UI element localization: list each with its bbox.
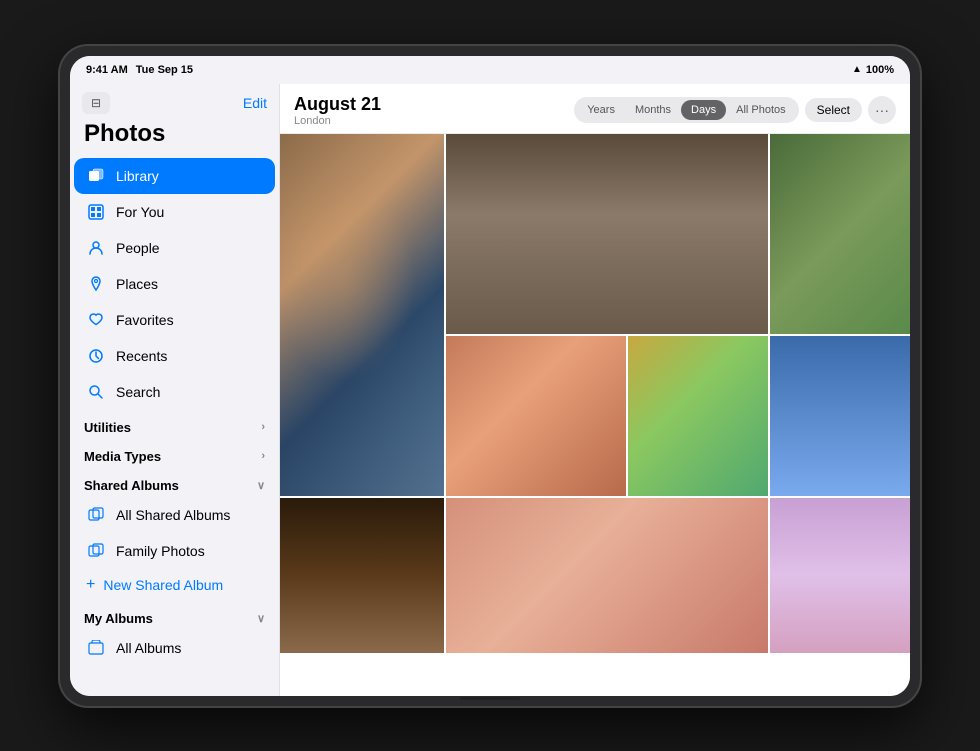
photo-cell-top-right-2[interactable]: [770, 134, 910, 334]
shared-albums-section-header[interactable]: Shared Albums ∨: [70, 468, 279, 497]
device-frame: 9:41 AM Tue Sep 15 ▲ 100% ⊟ Edit Photos: [60, 46, 920, 706]
sidebar-toggle-button[interactable]: ⊟: [82, 92, 110, 114]
all-shared-albums-label: All Shared Albums: [116, 507, 230, 523]
more-options-button[interactable]: ···: [868, 96, 896, 124]
sidebar-item-recents[interactable]: Recents: [74, 338, 275, 374]
all-shared-albums-icon: [86, 505, 106, 525]
library-icon: [86, 166, 106, 186]
device-screen: 9:41 AM Tue Sep 15 ▲ 100% ⊟ Edit Photos: [70, 56, 910, 696]
sidebar-item-for-you[interactable]: For You: [74, 194, 275, 230]
recents-icon: [86, 346, 106, 366]
search-icon: [86, 382, 106, 402]
sidebar-item-recents-label: Recents: [116, 348, 167, 364]
family-photos-icon: [86, 541, 106, 561]
photo-cell-mid-2[interactable]: [628, 336, 768, 496]
my-albums-chevron: ∨: [257, 612, 265, 625]
app-area: ⊟ Edit Photos Library: [70, 84, 910, 696]
photo-cell-mid-1[interactable]: [446, 336, 626, 496]
photo-date: August 21: [294, 94, 381, 115]
shared-albums-chevron: ∨: [257, 479, 265, 492]
sidebar: ⊟ Edit Photos Library: [70, 84, 280, 696]
utilities-label: Utilities: [84, 420, 131, 435]
sidebar-item-people[interactable]: People: [74, 230, 275, 266]
date-info: August 21 London: [294, 94, 381, 127]
media-types-label: Media Types: [84, 449, 161, 464]
photo-cell-bottom-2[interactable]: [446, 498, 768, 653]
years-button[interactable]: Years: [577, 100, 625, 120]
sidebar-item-family-photos[interactable]: Family Photos: [74, 533, 275, 569]
photos-title: Photos: [70, 118, 279, 158]
sidebar-item-for-you-label: For You: [116, 204, 164, 220]
date: Tue Sep 15: [136, 64, 193, 76]
all-albums-label: All Albums: [116, 640, 181, 656]
photo-cell-bottom-3[interactable]: [770, 498, 910, 653]
status-left: 9:41 AM Tue Sep 15: [86, 64, 193, 76]
media-types-section-header[interactable]: Media Types ›: [70, 439, 279, 468]
sidebar-item-favorites[interactable]: Favorites: [74, 302, 275, 338]
content-header: August 21 London Years Months Days All P…: [280, 84, 910, 134]
sidebar-item-library-label: Library: [116, 168, 159, 184]
sidebar-item-search-label: Search: [116, 384, 160, 400]
my-albums-section-header[interactable]: My Albums ∨: [70, 601, 279, 630]
photo-cell-top-right-1[interactable]: [446, 134, 768, 334]
photo-cell-mid-3[interactable]: [770, 336, 910, 496]
my-albums-label: My Albums: [84, 611, 153, 626]
sidebar-item-library[interactable]: Library: [74, 158, 275, 194]
people-icon: [86, 238, 106, 258]
utilities-section-header[interactable]: Utilities ›: [70, 410, 279, 439]
utilities-chevron: ›: [261, 421, 265, 433]
new-shared-album-button[interactable]: + New Shared Album: [74, 569, 275, 601]
photo-location: London: [294, 115, 381, 127]
wifi-icon: ▲: [852, 64, 862, 75]
status-bar: 9:41 AM Tue Sep 15 ▲ 100%: [70, 56, 910, 84]
places-icon: [86, 274, 106, 294]
plus-icon: +: [86, 576, 95, 594]
sidebar-header: ⊟ Edit: [70, 84, 279, 118]
photo-grid: [280, 134, 910, 696]
sidebar-item-places-label: Places: [116, 276, 158, 292]
sidebar-item-all-shared-albums[interactable]: All Shared Albums: [74, 497, 275, 533]
main-content: August 21 London Years Months Days All P…: [280, 84, 910, 696]
edit-button[interactable]: Edit: [243, 95, 267, 111]
view-pill: Years Months Days All Photos: [574, 97, 798, 123]
family-photos-label: Family Photos: [116, 543, 205, 559]
battery: 100%: [866, 64, 894, 76]
view-controls: Years Months Days All Photos Select ···: [574, 96, 896, 124]
photo-cell-hero[interactable]: [280, 134, 444, 496]
sidebar-icon: ⊟: [91, 96, 101, 110]
sidebar-item-places[interactable]: Places: [74, 266, 275, 302]
months-button[interactable]: Months: [625, 100, 681, 120]
photo-cell-bottom-1[interactable]: [280, 498, 444, 653]
sidebar-item-search[interactable]: Search: [74, 374, 275, 410]
dots-icon: ···: [875, 102, 889, 118]
favorites-icon: [86, 310, 106, 330]
sidebar-item-all-albums[interactable]: All Albums: [74, 630, 275, 666]
select-button[interactable]: Select: [805, 98, 862, 122]
all-photos-button[interactable]: All Photos: [726, 100, 796, 120]
media-types-chevron: ›: [261, 450, 265, 462]
for-you-icon: [86, 202, 106, 222]
time: 9:41 AM: [86, 64, 128, 76]
days-button[interactable]: Days: [681, 100, 726, 120]
sidebar-item-people-label: People: [116, 240, 160, 256]
new-shared-album-label: New Shared Album: [103, 577, 223, 593]
shared-albums-label: Shared Albums: [84, 478, 179, 493]
all-albums-icon: [86, 638, 106, 658]
status-right: ▲ 100%: [852, 64, 894, 76]
sidebar-item-favorites-label: Favorites: [116, 312, 174, 328]
